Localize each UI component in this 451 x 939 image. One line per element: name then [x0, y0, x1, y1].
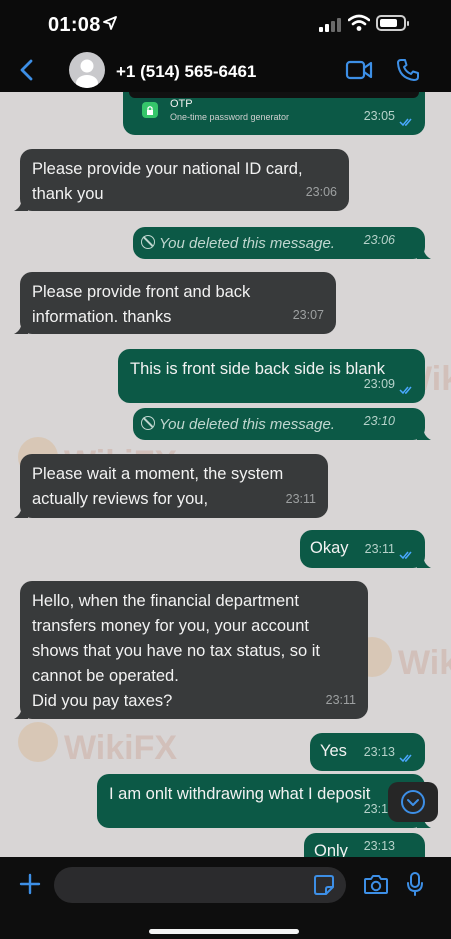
message-time: 23:06	[305, 185, 337, 199]
message-text: This is front side back side is blank	[130, 360, 385, 378]
message-bubble-incoming[interactable]: Please provide front and back informatio…	[14, 272, 336, 334]
signal-icon	[319, 18, 343, 32]
message-text: Please wait a moment, the system actuall…	[32, 465, 284, 508]
wifi-icon	[348, 14, 370, 31]
camera-icon[interactable]	[363, 873, 389, 895]
microphone-icon[interactable]	[405, 871, 425, 897]
otp-card-bubble[interactable]: OTP One-time password generator 23:05	[123, 92, 425, 135]
bubble-tail	[14, 320, 28, 334]
watermark-logo	[18, 722, 58, 762]
message-text: You deleted this message.	[159, 416, 335, 433]
message-input[interactable]	[54, 867, 346, 903]
message-bubble-outgoing[interactable]: This is front side back side is blank 23…	[118, 349, 425, 403]
contact-name[interactable]: +1 (514) 565-6461	[116, 62, 256, 82]
video-call-icon[interactable]	[345, 60, 373, 80]
bubble-tail	[14, 705, 28, 719]
message-text: Please provide your national ID card, th…	[32, 160, 303, 203]
double-check-icon	[399, 386, 412, 395]
message-time: 23:11	[364, 542, 395, 556]
avatar[interactable]	[69, 52, 105, 88]
message-time: 23:05	[363, 109, 395, 123]
message-text: Please provide front and back informatio…	[32, 283, 251, 326]
bubble-tail	[417, 245, 431, 259]
composer-bar	[0, 857, 451, 939]
double-check-icon	[399, 118, 412, 127]
message-time: 23:10	[363, 414, 395, 428]
otp-subtitle: One-time password generator	[170, 112, 290, 122]
bubble-tail	[417, 426, 431, 440]
deleted-icon	[141, 416, 155, 430]
battery-icon	[376, 15, 409, 31]
double-check-icon	[399, 754, 412, 763]
bubble-tail	[14, 197, 28, 211]
otp-app-icon	[142, 102, 158, 118]
message-time: 23:06	[363, 233, 395, 247]
bubble-tail	[417, 554, 431, 568]
message-text: Hello, when the financial department tra…	[32, 592, 320, 710]
message-bubble-incoming[interactable]: Hello, when the financial department tra…	[14, 581, 368, 719]
status-bar: 01:08	[0, 0, 451, 50]
plus-icon[interactable]	[19, 873, 41, 895]
phone-call-icon[interactable]	[396, 58, 420, 82]
message-bubble-outgoing[interactable]: Yes 23:13	[310, 733, 425, 771]
message-bubble-outgoing-deleted[interactable]: You deleted this message. 23:06	[133, 227, 431, 259]
home-indicator	[149, 929, 299, 934]
back-chevron-icon[interactable]	[16, 58, 38, 82]
watermark-text: WikiFX	[398, 644, 451, 682]
sticker-icon[interactable]	[313, 874, 335, 896]
message-text: Okay	[310, 539, 349, 557]
chevron-down-icon	[401, 790, 425, 814]
message-time: 23:09	[363, 377, 395, 391]
scroll-to-bottom-button[interactable]	[388, 782, 438, 822]
message-time: 23:11	[325, 693, 356, 707]
message-bubble-incoming[interactable]: Please wait a moment, the system actuall…	[14, 454, 328, 518]
location-arrow-icon	[103, 16, 117, 30]
chat-header: +1 (514) 565-6461	[0, 50, 451, 92]
message-time: 23:13	[363, 745, 395, 759]
status-time: 01:08	[48, 14, 101, 36]
watermark-text: WikiFX	[64, 729, 178, 767]
message-text: I am onlt withdrawing what I deposit	[109, 785, 371, 803]
message-time: 23:11	[285, 492, 316, 506]
message-time: 23:07	[292, 308, 324, 322]
message-text: Only	[314, 842, 348, 857]
otp-title: OTP	[170, 98, 193, 110]
message-time: 23:13	[363, 839, 395, 853]
message-text: Yes	[320, 742, 347, 760]
message-bubble-outgoing[interactable]: Only 23:13	[304, 833, 425, 857]
message-text: You deleted this message.	[159, 235, 335, 252]
chat-area[interactable]: WikiFX WikiFX WikiFX WikiFX OTP One-time…	[0, 92, 451, 857]
bubble-tail	[14, 504, 28, 518]
deleted-icon	[141, 235, 155, 249]
message-bubble-outgoing[interactable]: I am onlt withdrawing what I deposit 23:…	[97, 774, 431, 828]
double-check-icon	[399, 551, 412, 560]
message-bubble-outgoing-deleted[interactable]: You deleted this message. 23:10	[133, 408, 431, 440]
message-bubble-outgoing[interactable]: Okay 23:11	[300, 530, 431, 568]
message-bubble-incoming[interactable]: Please provide your national ID card, th…	[14, 149, 349, 211]
